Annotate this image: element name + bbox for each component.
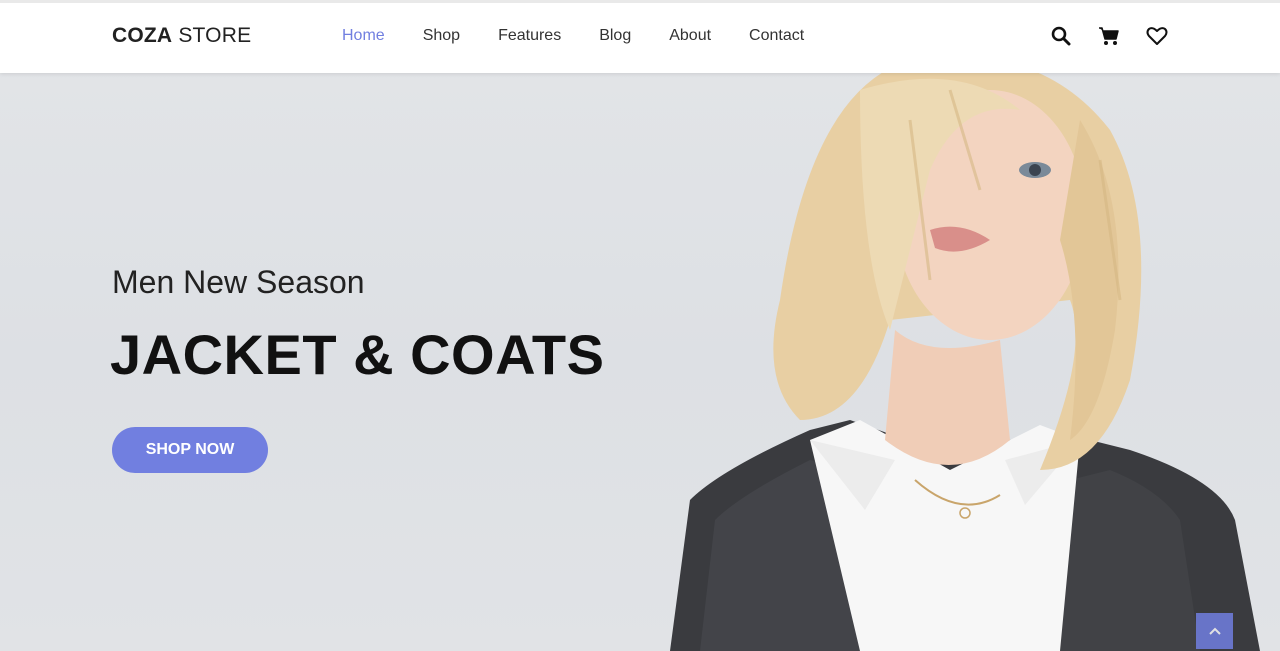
- shop-now-button[interactable]: SHOP NOW: [112, 427, 268, 473]
- back-to-top-button[interactable]: [1196, 613, 1233, 649]
- hero-model-image: [670, 56, 1260, 651]
- nav-item-contact[interactable]: Contact: [749, 27, 804, 45]
- site-header: COZA STORE Home Shop Features Blog About…: [0, 0, 1280, 73]
- nav-item-shop[interactable]: Shop: [423, 27, 460, 45]
- header-top-border: [0, 0, 1280, 3]
- nav-item-blog[interactable]: Blog: [599, 27, 631, 45]
- nav-item-home[interactable]: Home: [342, 27, 385, 45]
- search-icon[interactable]: [1050, 25, 1072, 47]
- heart-icon[interactable]: [1146, 25, 1168, 47]
- logo-light-text: STORE: [172, 24, 252, 47]
- nav-item-about[interactable]: About: [669, 27, 711, 45]
- store-logo[interactable]: COZA STORE: [112, 24, 251, 48]
- hero-subtitle: Men New Season: [112, 264, 365, 300]
- nav-item-features[interactable]: Features: [498, 27, 561, 45]
- main-nav: Home Shop Features Blog About Contact: [342, 27, 842, 45]
- hero-title: JACKET & COATS: [110, 323, 605, 386]
- cart-icon[interactable]: [1098, 25, 1120, 47]
- logo-bold-text: COZA: [112, 24, 173, 47]
- header-icons: [1050, 25, 1194, 47]
- chevron-up-icon: [1208, 627, 1221, 635]
